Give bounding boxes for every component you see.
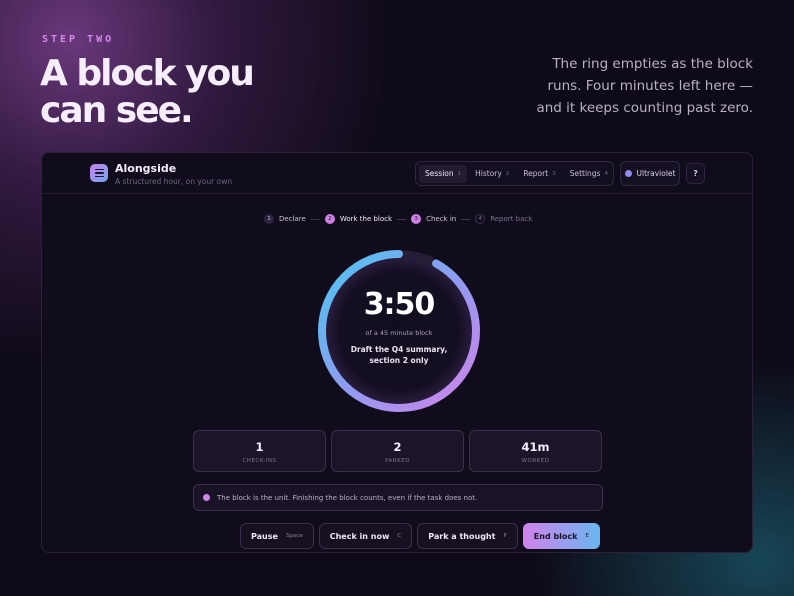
tab-settings[interactable]: Settings 4: [564, 165, 614, 183]
tab-shortcut: 2: [505, 170, 510, 177]
step-number: 2: [324, 214, 335, 224]
theme-dot-icon: [624, 170, 632, 177]
button-shortcut: P: [503, 533, 507, 539]
headline: A block you can see.: [40, 53, 255, 131]
stat-label: WORKED: [521, 458, 550, 464]
button-shortcut: E: [585, 533, 589, 539]
headline-line-2: can see.: [40, 90, 194, 131]
stat-value: 41m: [521, 440, 550, 454]
timer-task: Draft the Q4 summary, section 2 only: [350, 345, 448, 365]
button-label: Check in now: [329, 531, 390, 541]
tab-label: History: [475, 169, 502, 178]
headline-line-1: A block you: [40, 53, 255, 94]
tab-shortcut: 4: [604, 170, 608, 177]
theme-label: Ultraviolet: [636, 169, 676, 178]
park-thought-button[interactable]: Park a thought P: [417, 523, 518, 549]
stat-check-ins: 1 CHECK-INS: [193, 430, 326, 472]
tab-shortcut: 3: [552, 170, 556, 177]
tab-report[interactable]: Report 3: [517, 165, 561, 183]
step-number: 4: [475, 214, 486, 224]
step-divider: [461, 218, 471, 220]
action-bar: Pause Space Check in now C Park a though…: [240, 523, 600, 549]
step-label: Declare: [279, 215, 306, 223]
info-note-text: The block is the unit. Finishing the blo…: [217, 493, 478, 502]
help-button[interactable]: ?: [686, 163, 705, 184]
stepper: 1 Declare 2 Work the block 3 Check in 4 …: [264, 213, 532, 225]
button-label: Pause: [251, 531, 278, 541]
info-note: The block is the unit. Finishing the blo…: [193, 484, 603, 511]
step-report-back: 4 Report back: [475, 214, 532, 224]
step-label: Work the block: [339, 215, 393, 223]
button-shortcut: Space: [285, 533, 303, 539]
button-shortcut: C: [397, 533, 402, 539]
tab-history[interactable]: History 2: [469, 165, 515, 183]
step-number: 1: [264, 214, 274, 224]
brand-tagline: A structured hour, on your own: [115, 177, 233, 186]
brand-name: Alongside: [115, 162, 177, 175]
timer-ring: 3:50 of a 45 minute block Draft the Q4 s…: [315, 247, 483, 415]
tab-session[interactable]: Session 1: [419, 164, 468, 183]
stats-row: 1 CHECK-INS 2 PARKED 41m WORKED: [193, 430, 602, 472]
step-divider: [397, 218, 407, 220]
stat-value: 1: [255, 440, 264, 454]
tab-label: Report: [523, 169, 549, 178]
stat-label: CHECK-INS: [242, 458, 277, 464]
eyebrow-label: STEP TWO: [42, 34, 115, 45]
step-divider: [310, 218, 320, 220]
stat-value: 2: [393, 440, 402, 454]
step-declare: 1 Declare: [264, 214, 306, 224]
end-block-button[interactable]: End block E: [522, 523, 600, 549]
top-bar: Alongside A structured hour, on your own…: [42, 153, 752, 194]
theme-button[interactable]: Ultraviolet: [620, 161, 680, 186]
button-label: End block: [533, 531, 578, 541]
step-work-the-block: 2 Work the block: [324, 214, 393, 224]
button-label: Park a thought: [428, 531, 496, 541]
stat-parked: 2 PARKED: [331, 430, 464, 472]
menu-logo-icon: [90, 164, 108, 182]
step-check-in: 3 Check in: [411, 214, 456, 224]
hero-blurb: The ring empties as the block runs. Four…: [536, 56, 753, 116]
check-in-now-button[interactable]: Check in now C: [318, 523, 413, 549]
app-window: Alongside A structured hour, on your own…: [41, 152, 753, 553]
step-label: Report back: [490, 215, 533, 223]
step-number: 3: [411, 214, 422, 224]
timer-subtitle: of a 45 minute block: [365, 329, 433, 337]
tab-label: Session: [425, 169, 454, 178]
info-dot-icon: [203, 494, 210, 501]
timer-value: 3:50: [363, 287, 436, 322]
stat-label: PARKED: [385, 458, 410, 464]
nav-tabs: Session 1 History 2 Report 3 Settings 4: [415, 161, 614, 186]
tab-label: Settings: [569, 169, 601, 178]
stat-worked: 41m WORKED: [469, 430, 602, 472]
step-label: Check in: [426, 215, 457, 223]
pause-button[interactable]: Pause Space: [240, 523, 314, 549]
tab-shortcut: 1: [457, 170, 462, 177]
